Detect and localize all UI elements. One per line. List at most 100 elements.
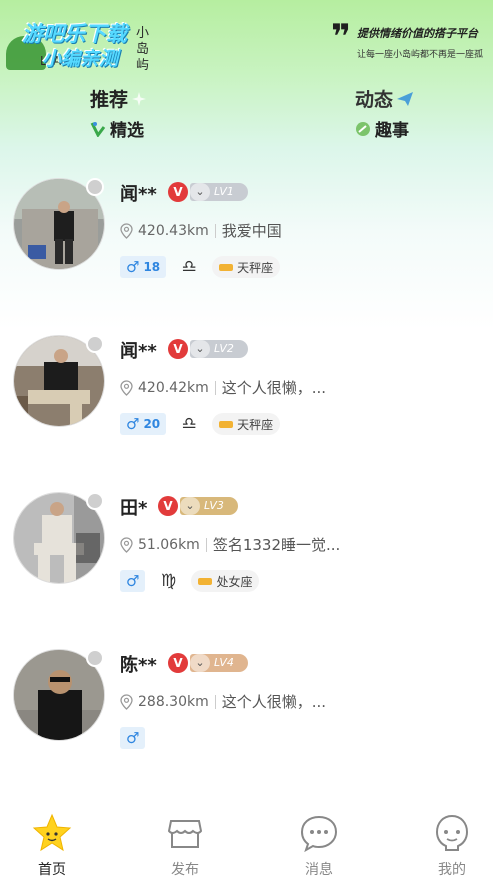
nav-messages-label: 消息 (305, 862, 333, 877)
level-badge: ⌄ LV2 (190, 340, 248, 358)
distance: 51.06km (138, 536, 200, 553)
divider (214, 694, 216, 709)
location-pin-icon (120, 222, 133, 239)
user-name: 田* (120, 498, 148, 519)
shop-icon (167, 820, 203, 848)
gender-tag: ♂ (120, 727, 146, 749)
top-tabs: 推荐 精选 动态 趣事 (0, 85, 493, 145)
zodiac-ticket-icon (219, 420, 234, 428)
location-pin-icon (120, 693, 133, 710)
tag-row: ♂ (120, 727, 146, 749)
profile-face-icon (435, 814, 469, 851)
nav-mine[interactable]: 我的 (412, 805, 492, 877)
nav-publish-label: 发布 (171, 862, 199, 877)
chevron-down-icon: ⌄ (180, 497, 200, 515)
nav-mine-label: 我的 (438, 862, 466, 877)
age: 20 (143, 417, 161, 431)
tab-moments-label: 动态 (355, 89, 394, 111)
online-status-dot (86, 335, 104, 353)
user-name: 闻** (120, 184, 157, 205)
zodiac-name: 天秤座 (237, 417, 274, 432)
tab-recommend[interactable]: 推荐 精选 (90, 85, 147, 145)
male-icon: ♂ (126, 729, 140, 747)
vip-badge: V (168, 182, 188, 202)
male-icon: ♂ (126, 572, 140, 590)
nav-home[interactable]: 首页 (12, 805, 92, 877)
promo-banner[interactable]: SEA LAND 小岛屿 游吧乐下载 小编亲测 ❞ 提供情绪价值的搭子平台 让每… (0, 0, 493, 75)
age: 18 (143, 260, 161, 274)
location-pin-icon (120, 379, 133, 396)
signature: 这个人很懒，... (221, 693, 327, 711)
quote-icon: ❞ (331, 17, 351, 57)
divider (214, 380, 216, 395)
gender-age-tag: ♂ 18 (120, 256, 167, 278)
paper-plane-icon (397, 91, 414, 106)
location-row: 420.43km 我爱中国 (120, 220, 282, 241)
online-status-dot (86, 178, 104, 196)
user-name: 陈** (120, 655, 157, 676)
location-row: 420.42km 这个人很懒，... (120, 377, 326, 398)
user-card[interactable]: 陈** V ⌄ LV4 288.30km 这个人很懒，... ♂ (0, 631, 493, 781)
star-face-icon (32, 813, 72, 852)
watermark-line2: 小编亲测 (42, 48, 119, 70)
tab-recommend-sublabel: 精选 (110, 121, 144, 141)
zodiac-name: 天秤座 (237, 260, 274, 275)
libra-icon: ♎ (181, 257, 197, 277)
signature: 我爱中国 (221, 222, 282, 240)
user-name: 闻** (120, 341, 157, 362)
online-status-dot (86, 649, 104, 667)
gender-tag: ♂ (120, 570, 146, 592)
zodiac-tag: 天秤座 (212, 256, 281, 278)
user-card[interactable]: 闻** V ⌄ LV2 420.42km 这个人很懒，... ♂ 20 ♎ 天秤… (0, 317, 493, 467)
distance: 420.42km (138, 379, 209, 396)
banner-subslogan: 让每一座小岛屿都不再是一座孤 (357, 50, 484, 60)
zodiac-tag: 处女座 (191, 570, 260, 592)
vip-badge: V (168, 339, 188, 359)
tab-moments[interactable]: 动态 趣事 (355, 85, 414, 145)
logo-text-cn: 小岛屿 (136, 26, 150, 73)
nav-messages[interactable]: 消息 (279, 805, 359, 877)
nav-home-label: 首页 (38, 862, 66, 877)
tag-row: ♂ ♍ 处女座 (120, 570, 260, 592)
vip-badge: V (158, 496, 178, 516)
sparkle-icon (132, 91, 147, 106)
zodiac-tag: 天秤座 (212, 413, 281, 435)
level-badge: ⌄ LV3 (180, 497, 238, 515)
selected-icon (90, 121, 106, 137)
tab-recommend-label: 推荐 (90, 89, 129, 111)
chevron-down-icon: ⌄ (190, 340, 210, 358)
distance: 288.30km (138, 693, 209, 710)
chevron-down-icon: ⌄ (190, 654, 210, 672)
online-status-dot (86, 492, 104, 510)
location-row: 51.06km 签名1332睡一觉... (120, 534, 340, 555)
gender-age-tag: ♂ 20 (120, 413, 167, 435)
location-pin-icon (120, 536, 133, 553)
tag-row: ♂ 20 ♎ 天秤座 (120, 413, 281, 435)
level-badge: ⌄ LV1 (190, 183, 248, 201)
virgo-icon: ♍ (160, 571, 177, 591)
zodiac-ticket-icon (198, 577, 213, 585)
nav-publish[interactable]: 发布 (145, 805, 225, 877)
signature: 签名1332睡一觉... (212, 536, 341, 554)
leaf-icon (356, 121, 370, 136)
signature: 这个人很懒，... (221, 379, 327, 397)
zodiac-ticket-icon (219, 263, 234, 271)
location-row: 288.30km 这个人很懒，... (120, 691, 326, 712)
tab-moments-sublabel: 趣事 (375, 121, 409, 141)
divider (214, 223, 216, 238)
divider (205, 537, 207, 552)
male-icon: ♂ (126, 415, 140, 433)
chevron-down-icon: ⌄ (190, 183, 210, 201)
user-card[interactable]: 田* V ⌄ LV3 51.06km 签名1332睡一觉... ♂ ♍ 处女座 (0, 474, 493, 624)
level-badge: ⌄ LV4 (190, 654, 248, 672)
libra-icon: ♎ (181, 414, 197, 434)
user-card[interactable]: 闻** V ⌄ LV1 420.43km 我爱中国 ♂ 18 ♎ 天秤座 (0, 160, 493, 310)
distance: 420.43km (138, 222, 209, 239)
tag-row: ♂ 18 ♎ 天秤座 (120, 256, 281, 278)
chat-bubble-icon (300, 815, 338, 853)
vip-badge: V (168, 653, 188, 673)
male-icon: ♂ (126, 258, 140, 276)
app-logo: SEA LAND 小岛屿 游吧乐下载 小编亲测 (6, 8, 166, 73)
banner-slogan: 提供情绪价值的搭子平台 (357, 27, 478, 40)
zodiac-name: 处女座 (216, 574, 253, 589)
